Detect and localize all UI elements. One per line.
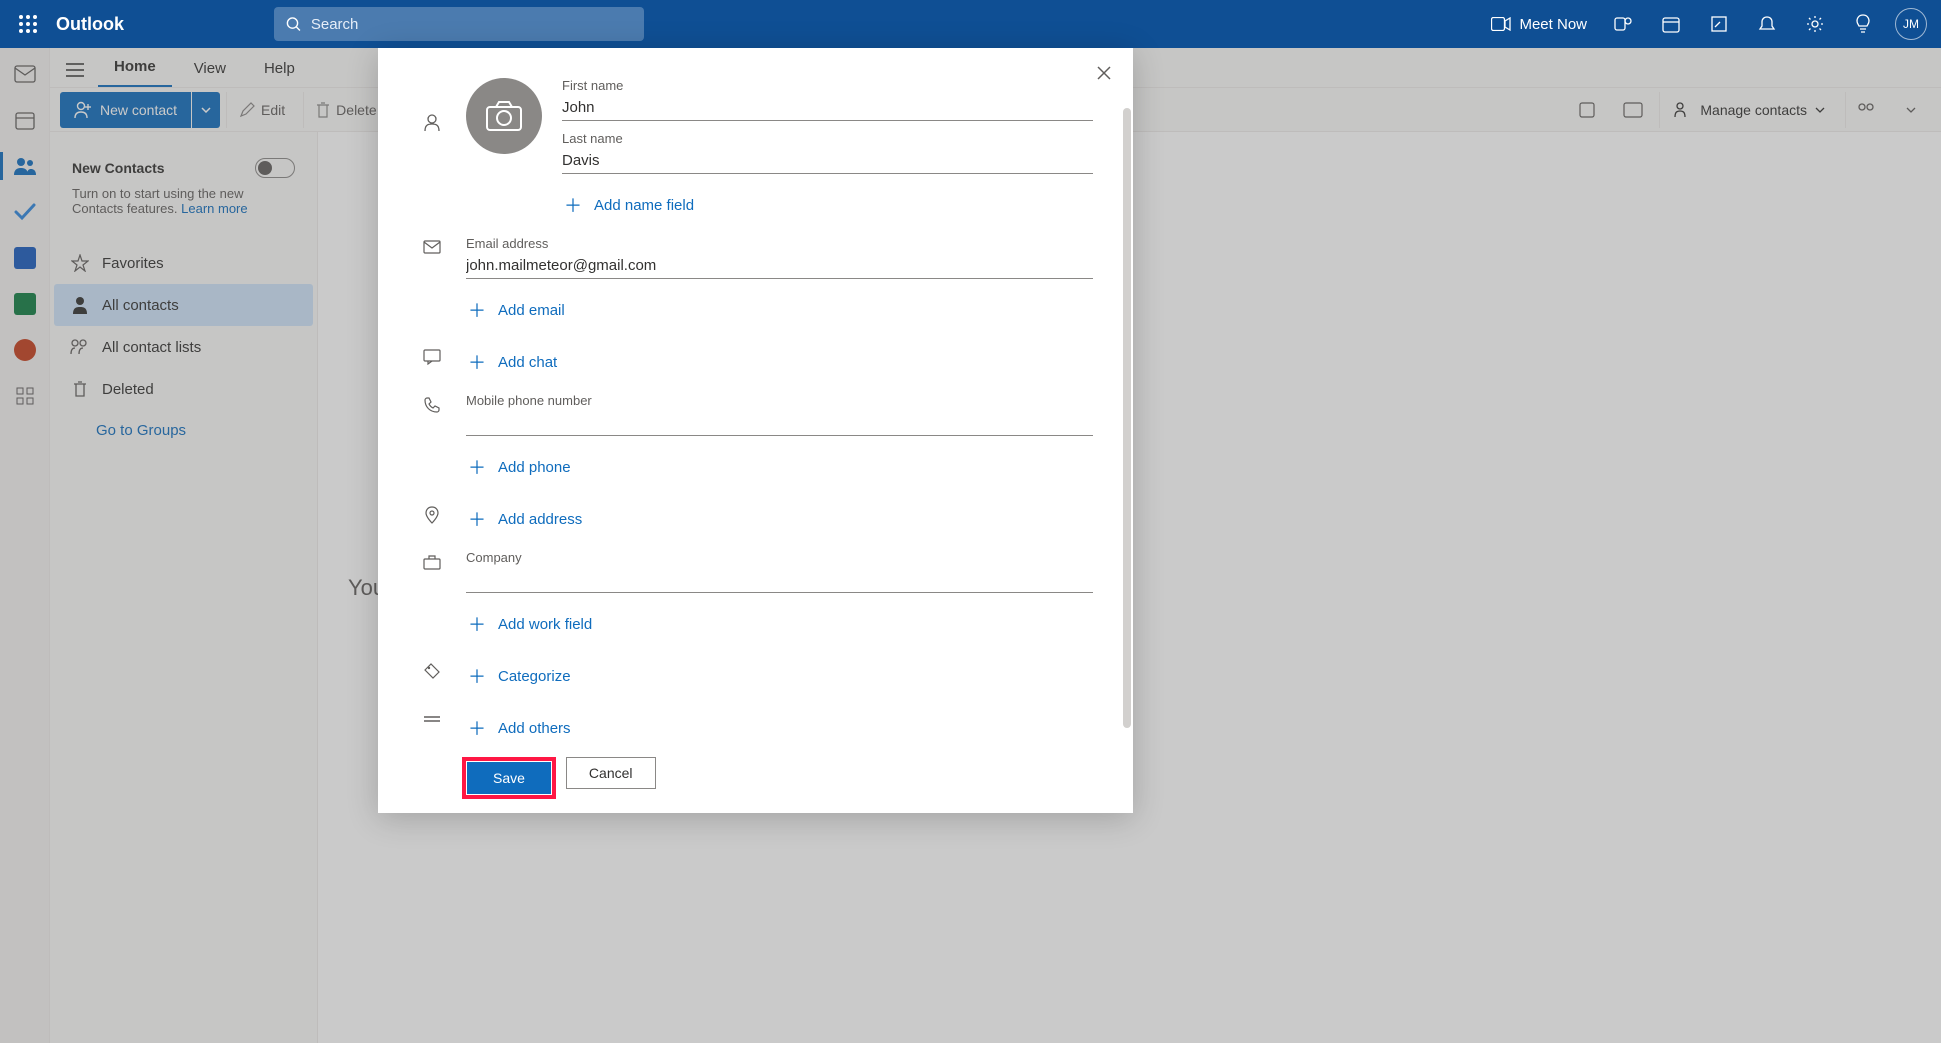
more-icon <box>423 715 441 723</box>
mail-icon <box>423 240 441 254</box>
close-icon <box>1097 66 1111 80</box>
note-icon <box>1710 15 1728 33</box>
plus-icon: ＋ <box>466 715 488 741</box>
contact-photo-button[interactable] <box>466 78 542 154</box>
add-work-field-button[interactable]: ＋ Add work field <box>466 603 1093 645</box>
calendar-header-button[interactable] <box>1649 2 1693 46</box>
brand-label: Outlook <box>56 14 124 35</box>
save-button[interactable]: Save <box>467 762 551 794</box>
plus-icon: ＋ <box>466 349 488 375</box>
add-address-button[interactable]: ＋ Add address <box>466 498 1093 540</box>
search-box[interactable] <box>274 7 644 41</box>
plus-icon: ＋ <box>466 663 488 689</box>
add-phone-button[interactable]: ＋ Add phone <box>466 446 1093 488</box>
calendar-icon <box>1662 15 1680 33</box>
note-button[interactable] <box>1697 2 1741 46</box>
tips-button[interactable] <box>1841 2 1885 46</box>
plus-icon: ＋ <box>562 192 584 218</box>
meet-now-button[interactable]: Meet Now <box>1481 16 1597 33</box>
search-input[interactable] <box>311 16 632 33</box>
save-highlight: Save <box>462 757 556 799</box>
close-button[interactable] <box>1089 58 1119 88</box>
add-email-button[interactable]: ＋ Add email <box>466 289 1093 331</box>
meet-now-label: Meet Now <box>1519 16 1587 33</box>
lightbulb-icon <box>1855 14 1871 34</box>
add-name-field-button[interactable]: ＋ Add name field <box>562 184 1093 226</box>
waffle-icon <box>19 15 37 33</box>
new-contact-modal: First name Last name ＋ Add name field <box>378 48 1133 813</box>
plus-icon: ＋ <box>466 454 488 480</box>
app-launcher-button[interactable] <box>8 4 48 44</box>
search-icon <box>286 16 301 32</box>
company-label: Company <box>466 550 1093 565</box>
gear-icon <box>1806 15 1824 33</box>
phone-input[interactable] <box>466 410 1093 436</box>
phone-label: Mobile phone number <box>466 393 1093 408</box>
location-icon <box>424 506 440 524</box>
briefcase-icon <box>423 554 441 570</box>
bell-icon <box>1758 15 1776 33</box>
account-button[interactable]: JM <box>1889 2 1933 46</box>
first-name-label: First name <box>562 78 1093 93</box>
first-name-input[interactable] <box>562 95 1093 121</box>
teams-button[interactable] <box>1601 2 1645 46</box>
plus-icon: ＋ <box>466 297 488 323</box>
tag-icon <box>424 663 440 679</box>
last-name-input[interactable] <box>562 148 1093 174</box>
cancel-button[interactable]: Cancel <box>566 757 656 789</box>
camera-icon <box>486 101 522 131</box>
categorize-button[interactable]: ＋ Categorize <box>466 655 1093 697</box>
add-others-button[interactable]: ＋ Add others <box>466 707 1093 743</box>
teams-icon <box>1613 14 1633 34</box>
phone-icon <box>424 397 440 413</box>
modal-scrollbar[interactable] <box>1123 108 1131 728</box>
video-icon <box>1491 17 1511 31</box>
email-input[interactable] <box>466 253 1093 279</box>
email-label: Email address <box>466 236 1093 251</box>
chat-icon <box>423 349 441 365</box>
settings-button[interactable] <box>1793 2 1837 46</box>
person-icon <box>424 114 440 132</box>
add-chat-button[interactable]: ＋ Add chat <box>466 341 1093 383</box>
app-header: Outlook Meet Now JM <box>0 0 1941 48</box>
notifications-button[interactable] <box>1745 2 1789 46</box>
last-name-label: Last name <box>562 131 1093 146</box>
company-input[interactable] <box>466 567 1093 593</box>
plus-icon: ＋ <box>466 506 488 532</box>
plus-icon: ＋ <box>466 611 488 637</box>
avatar: JM <box>1895 8 1927 40</box>
